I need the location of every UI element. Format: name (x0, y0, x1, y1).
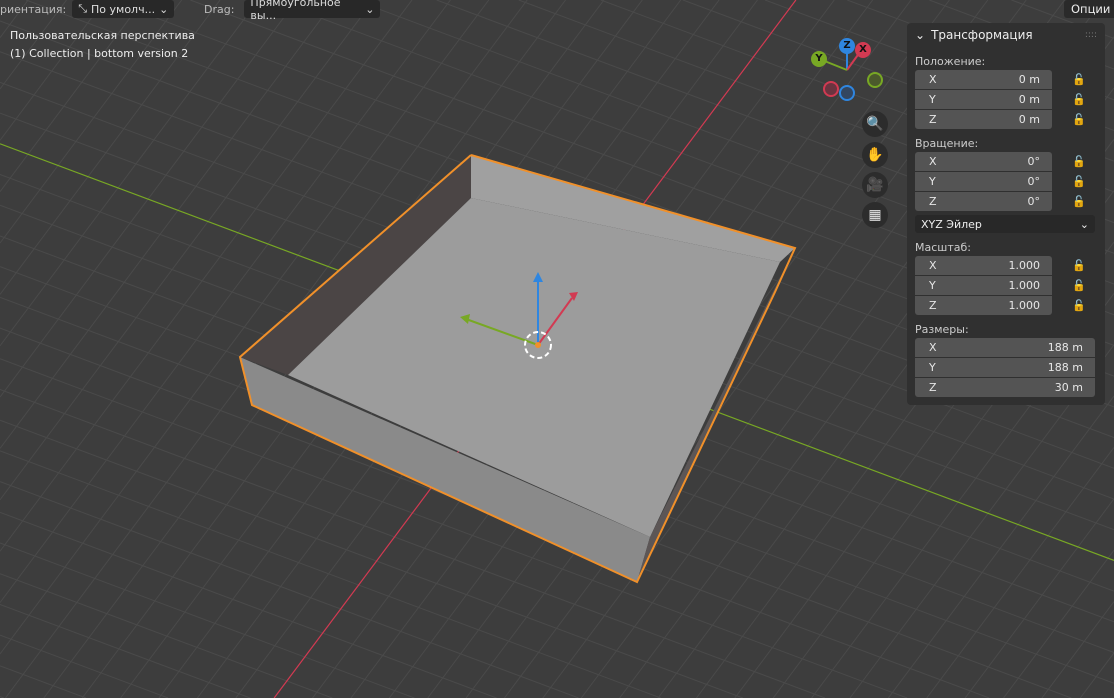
rotation-y-field[interactable]: Y 0° (915, 172, 1052, 191)
scale-z-field[interactable]: Z 1.000 (915, 296, 1052, 315)
rotation-label: Вращение: (915, 137, 979, 150)
location-x-field[interactable]: X0 m (915, 70, 1052, 89)
chevron-down-icon: ⌄ (915, 28, 926, 42)
dimensions-label: Размеры: (915, 323, 969, 336)
lock-icon[interactable]: 🔓 (1072, 279, 1086, 292)
scale-label: Масштаб: (915, 241, 971, 254)
dimensions-y-field[interactable]: Y 188 m (915, 358, 1095, 377)
location-label: Положение: (915, 55, 986, 68)
lock-icon[interactable]: 🔓 (1072, 73, 1086, 86)
grid-perspective-icon[interactable]: ▦ (862, 202, 888, 228)
scale-y-field[interactable]: Y 1.000 (915, 276, 1052, 295)
drag-value: Прямоугольное вы... (250, 0, 341, 22)
drag-label: Drag: (204, 2, 235, 16)
gizmo-neg-y-axis[interactable] (867, 72, 883, 88)
gizmo-x-axis[interactable]: X (855, 42, 871, 58)
orientation-dropdown[interactable]: ⤡ По умолч... ⌄ (72, 0, 175, 18)
lock-icon[interactable]: 🔓 (1072, 175, 1086, 188)
lock-icon[interactable]: 🔓 (1072, 93, 1086, 106)
location-z-field[interactable]: Z0 m (915, 110, 1052, 129)
gizmo-z-axis[interactable]: Z (839, 38, 855, 54)
lock-icon[interactable]: 🔓 (1072, 259, 1086, 272)
gizmo-neg-x-axis[interactable] (823, 81, 839, 97)
drag-dropdown[interactable]: Прямоугольное вы... ⌄ (244, 0, 381, 22)
gizmo-neg-z-axis[interactable] (839, 85, 855, 101)
collection-info: (1) Collection | bottom version 2 (10, 47, 189, 60)
camera-icon[interactable]: 🎥 (862, 172, 888, 198)
orientation-control: риентация: ⤡ По умолч... ⌄ (0, 0, 175, 18)
dimensions-x-field[interactable]: X 188 m (915, 338, 1095, 357)
drag-handle-icon[interactable]: :::: (1085, 30, 1097, 40)
rotation-x-field[interactable]: X 0° (915, 152, 1052, 171)
transform-panel: ⌄ Трансформация:::: Положение: X0 m 🔓 Y0 m… (907, 23, 1105, 405)
pan-hand-icon[interactable]: ✋ (862, 142, 888, 168)
drag-control: Drag: Прямоугольное вы... ⌄ (204, 0, 381, 22)
lock-icon[interactable]: 🔓 (1072, 299, 1086, 312)
scale-x-field[interactable]: X 1.000 (915, 256, 1052, 275)
orientation-value: По умолч... (91, 2, 156, 16)
lock-icon[interactable]: 🔓 (1072, 155, 1086, 168)
gizmo-y-axis[interactable]: Y (811, 51, 827, 67)
orientation-label: риентация: (0, 2, 67, 16)
rotation-mode-dropdown[interactable]: XYZ Эйлер ⌄ (915, 215, 1095, 233)
view-name: Пользовательская перспектива (10, 29, 195, 42)
options-button[interactable]: Опции (1064, 0, 1114, 18)
lock-icon[interactable]: 🔓 (1072, 113, 1086, 126)
orientation-icon: ⤡ (78, 2, 88, 15)
dimensions-z-field[interactable]: Z 30 m (915, 378, 1095, 397)
transform-panel-header[interactable]: ⌄ Трансформация:::: (915, 23, 1097, 47)
chevron-down-icon: ⌄ (1079, 217, 1089, 231)
location-y-field[interactable]: Y0 m (915, 90, 1052, 109)
lock-icon[interactable]: 🔓 (1072, 195, 1086, 208)
chevron-down-icon: ⌄ (365, 2, 375, 16)
panel-title: Трансформация (931, 28, 1033, 42)
zoom-icon[interactable]: 🔍 (862, 111, 888, 137)
chevron-down-icon: ⌄ (159, 2, 169, 16)
rotation-z-field[interactable]: Z 0° (915, 192, 1052, 211)
